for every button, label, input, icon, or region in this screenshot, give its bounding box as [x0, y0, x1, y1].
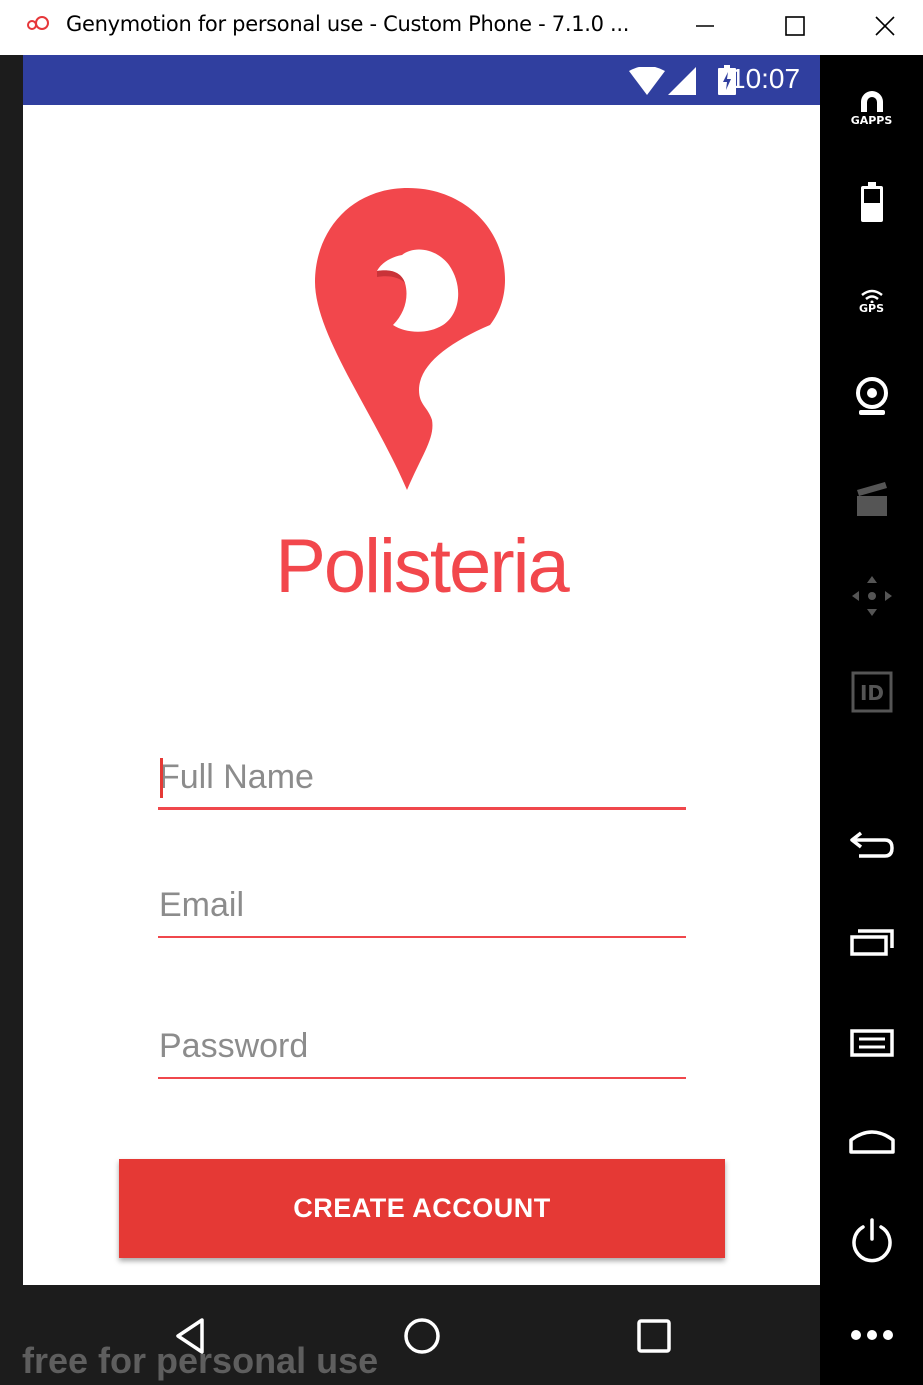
more-dots-icon	[850, 1330, 893, 1340]
sidebar-back-button[interactable]	[820, 820, 923, 870]
app-screen: Polisteria CREATE ACCOUNT	[23, 105, 820, 1285]
nav-home-button[interactable]	[392, 1308, 452, 1364]
device-id-label: ID	[859, 681, 883, 705]
power-button[interactable]	[820, 1213, 923, 1267]
create-account-button[interactable]: CREATE ACCOUNT	[119, 1159, 725, 1258]
close-button[interactable]	[855, 0, 915, 52]
battery-icon	[860, 182, 883, 222]
emulator-frame-left	[0, 55, 23, 1385]
sidebar-menu-button[interactable]	[820, 1017, 923, 1067]
maximize-icon	[785, 16, 805, 36]
password-underline	[158, 1077, 686, 1079]
recent-apps-icon	[849, 929, 894, 956]
home-icon	[848, 1130, 895, 1154]
text-cursor	[160, 758, 163, 798]
full-name-input[interactable]	[158, 750, 687, 804]
password-field[interactable]	[158, 1019, 687, 1079]
genymotion-logo-icon	[27, 16, 49, 30]
genymotion-sidebar: GAPPS GPS ID	[820, 55, 923, 1385]
power-icon	[851, 1218, 892, 1263]
sidebar-recent-apps-button[interactable]	[820, 917, 923, 967]
minimize-button[interactable]	[675, 0, 735, 52]
close-icon	[875, 16, 895, 36]
window-title: Genymotion for personal use - Custom Pho…	[66, 12, 630, 36]
webcam-icon	[855, 377, 888, 415]
email-field[interactable]	[158, 878, 687, 938]
dpad-icon	[851, 576, 892, 616]
maximize-button[interactable]	[765, 0, 825, 52]
android-status-bar: 10:07	[23, 55, 820, 105]
minimize-icon	[696, 25, 714, 27]
signal-icon	[668, 67, 696, 95]
password-input[interactable]	[158, 1019, 687, 1073]
gapps-icon	[859, 91, 884, 115]
device-id-icon: ID	[851, 671, 892, 713]
full-name-underline	[158, 807, 686, 810]
map-pin-logo-icon	[315, 188, 505, 490]
status-time: 10:07	[730, 63, 801, 94]
dpad-button[interactable]	[820, 571, 923, 621]
recent-apps-icon	[637, 1319, 671, 1353]
email-input[interactable]	[158, 878, 687, 932]
wifi-icon	[629, 67, 665, 95]
full-name-field[interactable]	[158, 750, 687, 810]
device-id-button[interactable]: ID	[820, 667, 923, 717]
gps-button[interactable]: GPS	[820, 277, 923, 327]
home-icon	[404, 1318, 440, 1354]
menu-icon	[849, 1029, 894, 1057]
webcam-button[interactable]	[820, 372, 923, 422]
email-underline	[158, 936, 686, 938]
sidebar-home-button[interactable]	[820, 1116, 923, 1166]
battery-tool-button[interactable]	[820, 177, 923, 227]
media-tool-button[interactable]	[820, 473, 923, 523]
gps-label: GPS	[858, 302, 884, 315]
gapps-button[interactable]: GAPPS	[820, 83, 923, 133]
clapperboard-icon	[856, 482, 887, 516]
nav-recent-apps-button[interactable]	[624, 1308, 684, 1364]
window-title-bar: Genymotion for personal use - Custom Pho…	[0, 0, 923, 55]
gapps-label: GAPPS	[850, 114, 893, 127]
more-options-button[interactable]	[820, 1310, 923, 1360]
gps-signal-icon	[860, 289, 883, 303]
brand-name: Polisteria	[275, 524, 570, 609]
back-arrow-icon	[849, 831, 894, 858]
watermark: free for personal use	[22, 1340, 379, 1381]
